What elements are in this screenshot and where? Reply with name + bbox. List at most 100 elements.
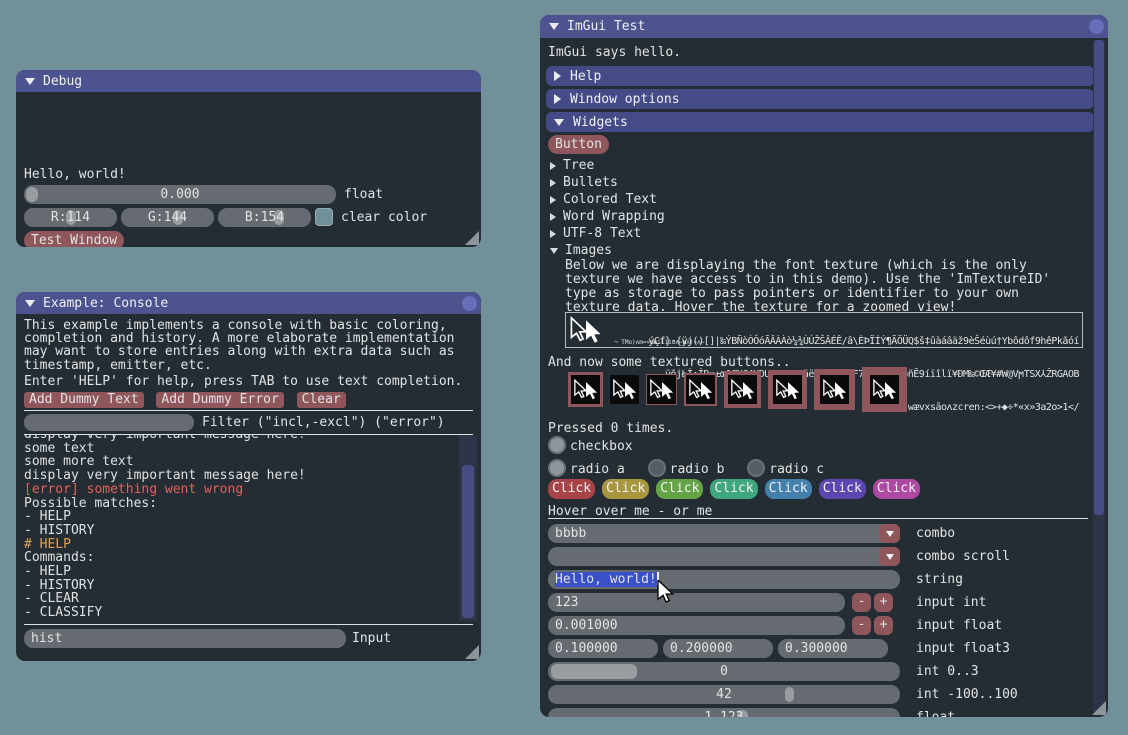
radio-a[interactable]: radio a (548, 462, 625, 477)
int-input[interactable]: 123 (548, 593, 845, 612)
click-button-6[interactable]: Click (819, 479, 866, 499)
close-button[interactable] (462, 296, 477, 311)
cursor-texture-image (773, 375, 802, 404)
rgb-slider-g[interactable]: G:144 (121, 208, 214, 227)
tree-node-colored-text[interactable]: Colored Text (550, 192, 657, 207)
greeting-text: ImGui says hello. (548, 43, 681, 62)
click-button-4[interactable]: Click (710, 479, 757, 499)
string-input[interactable]: Hello, world! (548, 570, 900, 589)
textured-image-button[interactable] (568, 372, 603, 407)
console-buttons-row: Add Dummy Text Add Dummy Error Clear (24, 392, 351, 408)
textured-image-button[interactable] (768, 370, 807, 409)
textured-image-button[interactable] (862, 367, 907, 412)
textured-image-button[interactable] (610, 375, 639, 404)
radio-icon[interactable] (747, 459, 765, 477)
radio-c[interactable]: radio c (747, 462, 824, 477)
tree-node-label: Tree (563, 158, 594, 173)
combo-scroll-box[interactable] (548, 547, 900, 566)
console-input-label: Input (352, 629, 391, 648)
window-title: ImGui Test (567, 19, 645, 34)
tree-node-utf-8-text[interactable]: UTF-8 Text (550, 226, 641, 241)
slider-float-row: 1.123 float (548, 708, 1100, 717)
float3-input-x[interactable]: 0.100000 (548, 639, 658, 658)
console-intro: This example implements a console with b… (24, 319, 454, 372)
collapsing-header-help[interactable]: Help (546, 66, 1094, 86)
close-button[interactable] (1089, 19, 1104, 34)
radio-b[interactable]: radio b (648, 462, 725, 477)
console-log-line: - HISTORY (24, 524, 458, 538)
plus-button[interactable]: + (874, 616, 893, 635)
checkbox-widget[interactable]: checkbox (548, 436, 633, 454)
test-window-button[interactable]: Test Window (24, 231, 124, 247)
textured-image-button[interactable] (646, 374, 677, 405)
add-dummy-text-button[interactable]: Add Dummy Text (24, 392, 144, 408)
collapse-arrow-icon[interactable] (549, 23, 559, 30)
scrollbar-grab[interactable] (1094, 40, 1104, 515)
tree-node-tree[interactable]: Tree (550, 158, 594, 173)
combo-row: bbbb combo (548, 524, 1100, 543)
row-label: combo scroll (916, 547, 1010, 566)
float-slider[interactable]: 0.000 (24, 185, 336, 204)
radio-icon[interactable] (548, 459, 566, 477)
textured-image-button[interactable] (684, 373, 717, 406)
cursor-texture-image (870, 375, 899, 404)
combo-arrow-button[interactable] (879, 547, 900, 566)
tree-node-word-wrapping[interactable]: Word Wrapping (550, 209, 665, 224)
button-widget[interactable]: Button (548, 135, 609, 154)
clear-button[interactable]: Clear (297, 392, 346, 408)
float-input[interactable]: 0.001000 (548, 616, 845, 635)
test-titlebar[interactable]: ImGui Test (540, 15, 1108, 38)
int-slider[interactable]: 0 (548, 662, 900, 681)
console-scrollbar[interactable] (459, 435, 477, 621)
console-input[interactable]: hist (24, 629, 346, 648)
console-titlebar[interactable]: Example: Console (16, 292, 481, 314)
debug-titlebar[interactable]: Debug (16, 70, 481, 92)
mouse-cursor-icon (656, 580, 676, 604)
console-log-line: - HELP (24, 510, 458, 524)
input-float3-row: 0.100000 0.200000 0.300000 input float3 (548, 639, 1100, 658)
clear-color-swatch[interactable] (315, 208, 333, 226)
combo-arrow-button[interactable] (879, 524, 900, 543)
filter-input[interactable] (24, 414, 194, 431)
rgb-slider-r[interactable]: R:114 (24, 208, 117, 227)
textured-image-button[interactable] (724, 371, 761, 408)
minus-button[interactable]: - (852, 616, 871, 635)
float3-input-z[interactable]: 0.300000 (778, 639, 888, 658)
radio-icon[interactable] (648, 459, 666, 477)
resize-grip[interactable] (1092, 701, 1106, 715)
collapsing-header-window-options[interactable]: Window options (546, 89, 1094, 109)
click-button-3[interactable]: Click (656, 479, 703, 499)
checkbox-icon[interactable] (548, 436, 566, 454)
textured-image-button[interactable] (814, 369, 855, 410)
console-log-line: some more text (24, 455, 458, 469)
tree-node-label: UTF-8 Text (563, 226, 641, 241)
resize-grip[interactable] (465, 645, 479, 659)
add-dummy-error-button[interactable]: Add Dummy Error (156, 392, 283, 408)
float3-input-y[interactable]: 0.200000 (663, 639, 773, 658)
minus-button[interactable]: - (852, 593, 871, 612)
window-scrollbar[interactable] (1093, 40, 1105, 712)
combo-box[interactable]: bbbb (548, 524, 900, 543)
tree-node-images[interactable]: Images (550, 243, 612, 258)
click-button-5[interactable]: Click (765, 479, 812, 499)
font-texture-image[interactable]: ýÇf}·{ÿj()[]|‰ÝBÑòÒÔóÃÂÀÀò¼¾ÙÚŽŠÂÉÊ/â\ÈÞ… (565, 312, 1083, 348)
radio-label: radio a (570, 462, 625, 477)
collapse-arrow-icon[interactable] (25, 78, 35, 85)
float-slider[interactable]: 1.123 (548, 708, 900, 717)
window-title: Example: Console (43, 296, 168, 311)
rgb-slider-b[interactable]: B:154 (218, 208, 311, 227)
tree-node-label: Colored Text (563, 192, 657, 207)
scrollbar-grab[interactable] (462, 465, 474, 618)
int-slider[interactable]: 42 (548, 685, 900, 704)
console-log-line: - CLASSIFY (24, 606, 458, 620)
resize-grip[interactable] (465, 231, 479, 245)
header-label: Help (570, 69, 601, 84)
click-button-2[interactable]: Click (602, 479, 649, 499)
collapse-arrow-icon[interactable] (25, 300, 35, 307)
collapsing-header-widgets[interactable]: Widgets (546, 112, 1094, 132)
tree-node-bullets[interactable]: Bullets (550, 175, 618, 190)
plus-button[interactable]: + (874, 593, 893, 612)
click-button-1[interactable]: Click (548, 479, 595, 499)
click-button-7[interactable]: Click (873, 479, 920, 499)
texture-micro-glyphs: ¬ TMo)ʌm=«ɯɯiiiiʊʌ~ɯʌ!~ʌ~ (614, 339, 704, 346)
